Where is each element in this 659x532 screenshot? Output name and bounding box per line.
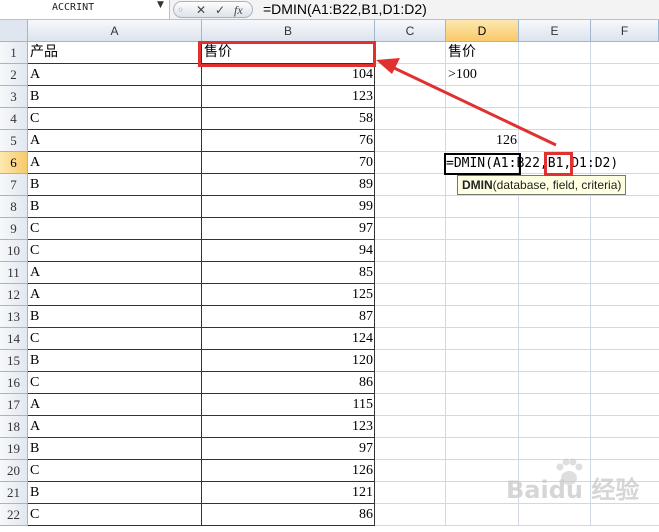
watermark-text: Baidu 经验: [506, 476, 640, 504]
arrow-line: [391, 65, 557, 147]
annotation-arrow: [376, 58, 557, 147]
arrow-head: [376, 58, 400, 74]
